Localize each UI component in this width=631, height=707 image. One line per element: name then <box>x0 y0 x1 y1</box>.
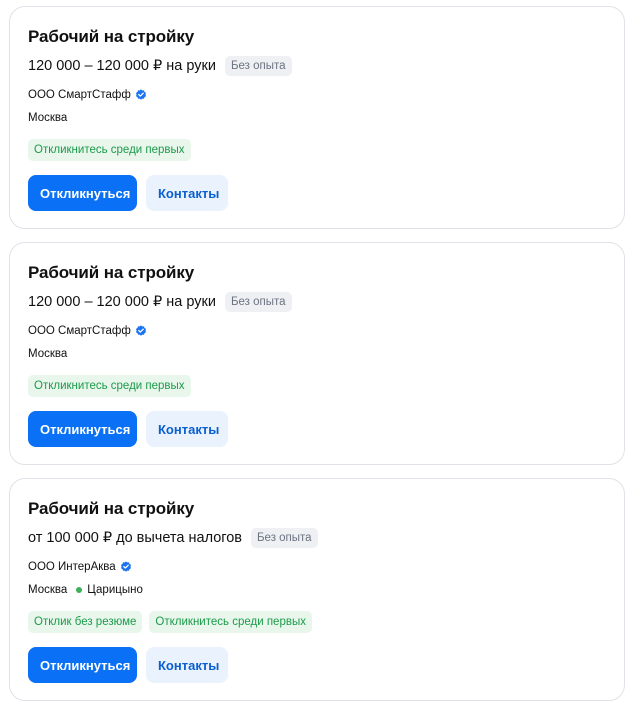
contacts-button[interactable]: Контакты <box>146 411 228 447</box>
verified-check-icon <box>135 325 147 337</box>
contacts-button[interactable]: Контакты <box>146 647 228 683</box>
vacancy-card: Рабочий на стройку от 100 000 ₽ до вычет… <box>9 478 625 701</box>
metro-station: Царицыно <box>87 584 143 596</box>
company-link[interactable]: ООО СмартСтафф <box>28 87 131 103</box>
company-row: ООО ИнтерАква <box>28 559 606 575</box>
vacancy-title-link[interactable]: Рабочий на стройку <box>28 497 606 521</box>
tags: Отклик без резюме Откликнитесь среди пер… <box>28 611 606 633</box>
verified-check-icon <box>135 89 147 101</box>
city: Москва <box>28 584 68 596</box>
vacancy-title-link[interactable]: Рабочий на стройку <box>28 261 606 285</box>
tag-no-resume: Отклик без резюме <box>28 611 143 633</box>
contacts-button[interactable]: Контакты <box>146 175 228 211</box>
tag-early-response: Откликнитесь среди первых <box>149 611 312 633</box>
vacancy-card: Рабочий на стройку 120 000 – 120 000 ₽ н… <box>9 6 625 229</box>
apply-button[interactable]: Откликнуться <box>28 175 137 211</box>
card-actions: Откликнуться Контакты <box>28 411 228 447</box>
location-row: Москва <box>28 110 606 126</box>
salary: 120 000 – 120 000 ₽ на руки <box>28 57 216 74</box>
experience-badge: Без опыта <box>224 291 292 312</box>
tag-early-response: Откликнитесь среди первых <box>28 139 191 161</box>
salary-row: 120 000 – 120 000 ₽ на руки Без опыта <box>28 54 606 77</box>
location-row: Москва Царицыно <box>28 582 606 598</box>
experience-badge: Без опыта <box>224 55 292 76</box>
apply-button[interactable]: Откликнуться <box>28 647 137 683</box>
tags: Откликнитесь среди первых <box>28 139 606 161</box>
vacancy-title-link[interactable]: Рабочий на стройку <box>28 25 606 49</box>
tag-early-response: Откликнитесь среди первых <box>28 375 191 397</box>
tags: Откликнитесь среди первых <box>28 375 606 397</box>
company-row: ООО СмартСтафф <box>28 323 606 339</box>
apply-button[interactable]: Откликнуться <box>28 411 137 447</box>
city: Москва <box>28 348 68 360</box>
vacancy-card: Рабочий на стройку 120 000 – 120 000 ₽ н… <box>9 242 625 465</box>
verified-check-icon <box>120 561 132 573</box>
company-link[interactable]: ООО СмартСтафф <box>28 323 131 339</box>
salary-row: от 100 000 ₽ до вычета налогов Без опыта <box>28 526 606 549</box>
metro-line-dot-icon <box>76 587 83 593</box>
salary-row: 120 000 – 120 000 ₽ на руки Без опыта <box>28 290 606 313</box>
salary: 120 000 – 120 000 ₽ на руки <box>28 293 216 310</box>
company-link[interactable]: ООО ИнтерАква <box>28 559 116 575</box>
city: Москва <box>28 112 68 124</box>
card-actions: Откликнуться Контакты <box>28 175 228 211</box>
vacancy-list: Рабочий на стройку 120 000 – 120 000 ₽ н… <box>0 0 631 707</box>
card-actions: Откликнуться Контакты <box>28 647 228 683</box>
location-row: Москва <box>28 346 606 362</box>
salary: от 100 000 ₽ до вычета налогов <box>28 529 242 546</box>
company-row: ООО СмартСтафф <box>28 87 606 103</box>
experience-badge: Без опыта <box>251 527 318 548</box>
